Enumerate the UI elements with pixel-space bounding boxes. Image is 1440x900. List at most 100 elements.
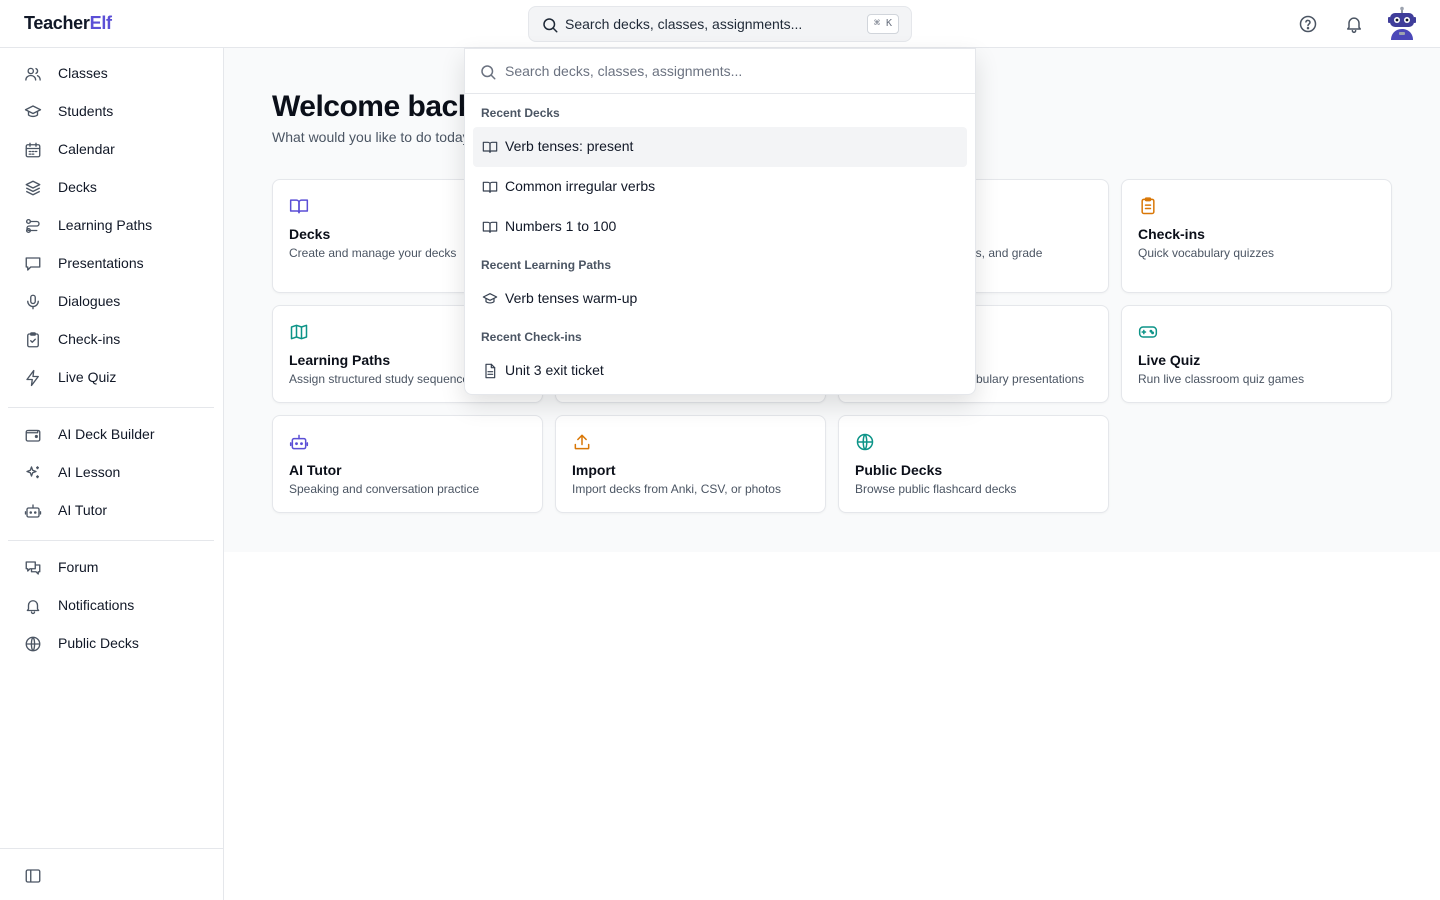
clipboard-icon (1141, 197, 1155, 215)
bot-icon (289, 434, 309, 450)
sidebar-item-label: Dialogues (58, 293, 121, 309)
result-item-label: Verb tenses warm-up (505, 290, 638, 306)
sidebar-item-label: Public Decks (58, 635, 139, 651)
chat-icon (25, 561, 41, 575)
global-search-placeholder: Search decks, classes, assignments... (565, 16, 803, 32)
group-label-recent-check-ins: Recent Check-ins (481, 330, 582, 344)
sidebar-item-label: Presentations (58, 255, 144, 271)
card-description: Speaking and conversation practice (289, 482, 480, 496)
route-icon (25, 218, 40, 234)
global-search-trigger[interactable]: Search decks, classes, assignments... ⌘ … (528, 6, 912, 42)
result-item-learning-path[interactable]: Verb tenses warm-up (473, 279, 967, 319)
card-title: Check-ins (1138, 226, 1205, 242)
sidebar-item-label: Learning Paths (58, 217, 153, 233)
result-item-label: Verb tenses: present (505, 138, 634, 154)
sidebar-item-label: Classes (58, 65, 108, 81)
book-open-icon (482, 221, 498, 233)
sidebar-item-live-quiz[interactable]: Live Quiz (8, 360, 214, 396)
app-logo[interactable]: TeacherElf (24, 13, 112, 34)
microphone-icon (27, 294, 39, 310)
sidebar-item-decks[interactable]: Decks (8, 170, 214, 206)
group-label-recent-learning-paths: Recent Learning Paths (481, 258, 612, 272)
card-ai-tutor[interactable]: AI Tutor Speaking and conversation pract… (272, 415, 543, 513)
search-dropdown: Recent Decks Verb tenses: present Common… (464, 48, 976, 395)
sidebar-item-learning-paths[interactable]: Learning Paths (8, 208, 214, 244)
sidebar-item-label: Check-ins (58, 331, 121, 347)
sidebar-item-label: Calendar (58, 141, 115, 157)
page-subtitle: What would you like to do today? (272, 129, 478, 145)
sidebar-item-calendar[interactable]: Calendar (8, 132, 214, 168)
map-icon (290, 324, 308, 340)
card-live-quiz[interactable]: Live Quiz Run live classroom quiz games (1121, 305, 1392, 403)
gamepad-icon (1138, 326, 1158, 338)
user-avatar-robot[interactable] (1386, 6, 1418, 42)
calendar-icon (25, 142, 41, 158)
sidebar-toggle-icon[interactable] (24, 867, 42, 885)
result-item-check-in[interactable]: Unit 3 exit ticket (473, 351, 967, 391)
card-import[interactable]: Import Import decks from Anki, CSV, or p… (555, 415, 826, 513)
help-icon[interactable] (1298, 14, 1318, 34)
result-item-deck[interactable]: Common irregular verbs (473, 167, 967, 207)
sidebar-item-label: AI Tutor (58, 502, 108, 518)
card-description: Assign structured study sequences (289, 372, 476, 386)
sidebar-item-label: AI Deck Builder (58, 426, 155, 442)
lightning-icon (26, 369, 39, 387)
card-title: Import (572, 462, 616, 478)
bot-icon (24, 504, 42, 518)
wallet-icon (25, 429, 41, 442)
sidebar-item-public-decks[interactable]: Public Decks (8, 626, 214, 662)
card-description: Run live classroom quiz games (1138, 372, 1305, 386)
card-description: Browse public flashcard decks (855, 482, 1017, 496)
result-item-deck[interactable]: Numbers 1 to 100 (473, 207, 967, 247)
card-title: AI Tutor (289, 462, 342, 478)
sidebar: Classes Students Calendar Decks Learning… (0, 48, 224, 900)
sidebar-divider (8, 407, 214, 408)
card-public-decks[interactable]: Public Decks Browse public flashcard dec… (838, 415, 1109, 513)
sparkles-icon (26, 466, 39, 479)
globe-icon (856, 433, 874, 451)
card-description: Quick vocabulary quizzes (1138, 246, 1275, 260)
sidebar-item-ai-lesson[interactable]: AI Lesson (8, 455, 214, 491)
sidebar-footer-divider (0, 848, 223, 849)
sidebar-item-presentations[interactable]: Presentations (8, 246, 214, 282)
logo-main-text: Teacher (24, 13, 90, 33)
result-item-label: Unit 3 exit ticket (505, 362, 604, 378)
result-item-label: Numbers 1 to 100 (505, 218, 617, 234)
sidebar-item-ai-tutor[interactable]: AI Tutor (8, 493, 214, 529)
card-description: bulary presentations (976, 372, 1085, 386)
top-header: TeacherElf Search decks, classes, assign… (0, 0, 1440, 48)
logo-accent-text: Elf (89, 13, 112, 33)
notifications-bell-icon[interactable] (1344, 14, 1364, 34)
group-label-recent-decks: Recent Decks (481, 106, 560, 120)
search-icon (481, 65, 496, 80)
book-open-icon (289, 199, 309, 214)
result-item-deck[interactable]: Verb tenses: present (473, 127, 967, 167)
sidebar-item-label: Notifications (58, 597, 135, 613)
dropdown-search-input[interactable] (505, 60, 955, 82)
book-open-icon (482, 181, 498, 193)
dropdown-search-bar (465, 49, 975, 94)
globe-icon (25, 636, 41, 652)
sidebar-item-ai-deck-builder[interactable]: AI Deck Builder (8, 417, 214, 453)
users-icon (25, 67, 41, 81)
card-title: Decks (289, 226, 331, 242)
card-description: Create and manage your decks (289, 246, 457, 260)
card-check-ins[interactable]: Check-ins Quick vocabulary quizzes (1121, 179, 1392, 293)
graduation-cap-icon (24, 105, 42, 118)
result-item-label: Common irregular verbs (505, 178, 656, 194)
sidebar-item-label: Forum (58, 559, 99, 575)
sidebar-item-dialogues[interactable]: Dialogues (8, 284, 214, 320)
sidebar-item-forum[interactable]: Forum (8, 550, 214, 586)
book-open-icon (482, 141, 498, 153)
sidebar-item-check-ins[interactable]: Check-ins (8, 322, 214, 358)
graduation-cap-icon (482, 293, 498, 304)
sidebar-item-label: Live Quiz (58, 369, 117, 385)
sidebar-item-students[interactable]: Students (8, 94, 214, 130)
sidebar-item-classes[interactable]: Classes (8, 56, 214, 92)
page-title: Welcome back (272, 90, 474, 123)
keyboard-shortcut-badge: ⌘ K (866, 14, 899, 34)
sidebar-item-notifications[interactable]: Notifications (8, 588, 214, 624)
clipboard-check-icon (27, 332, 39, 348)
upload-icon (574, 434, 590, 450)
card-description: Import decks from Anki, CSV, or photos (572, 482, 781, 496)
